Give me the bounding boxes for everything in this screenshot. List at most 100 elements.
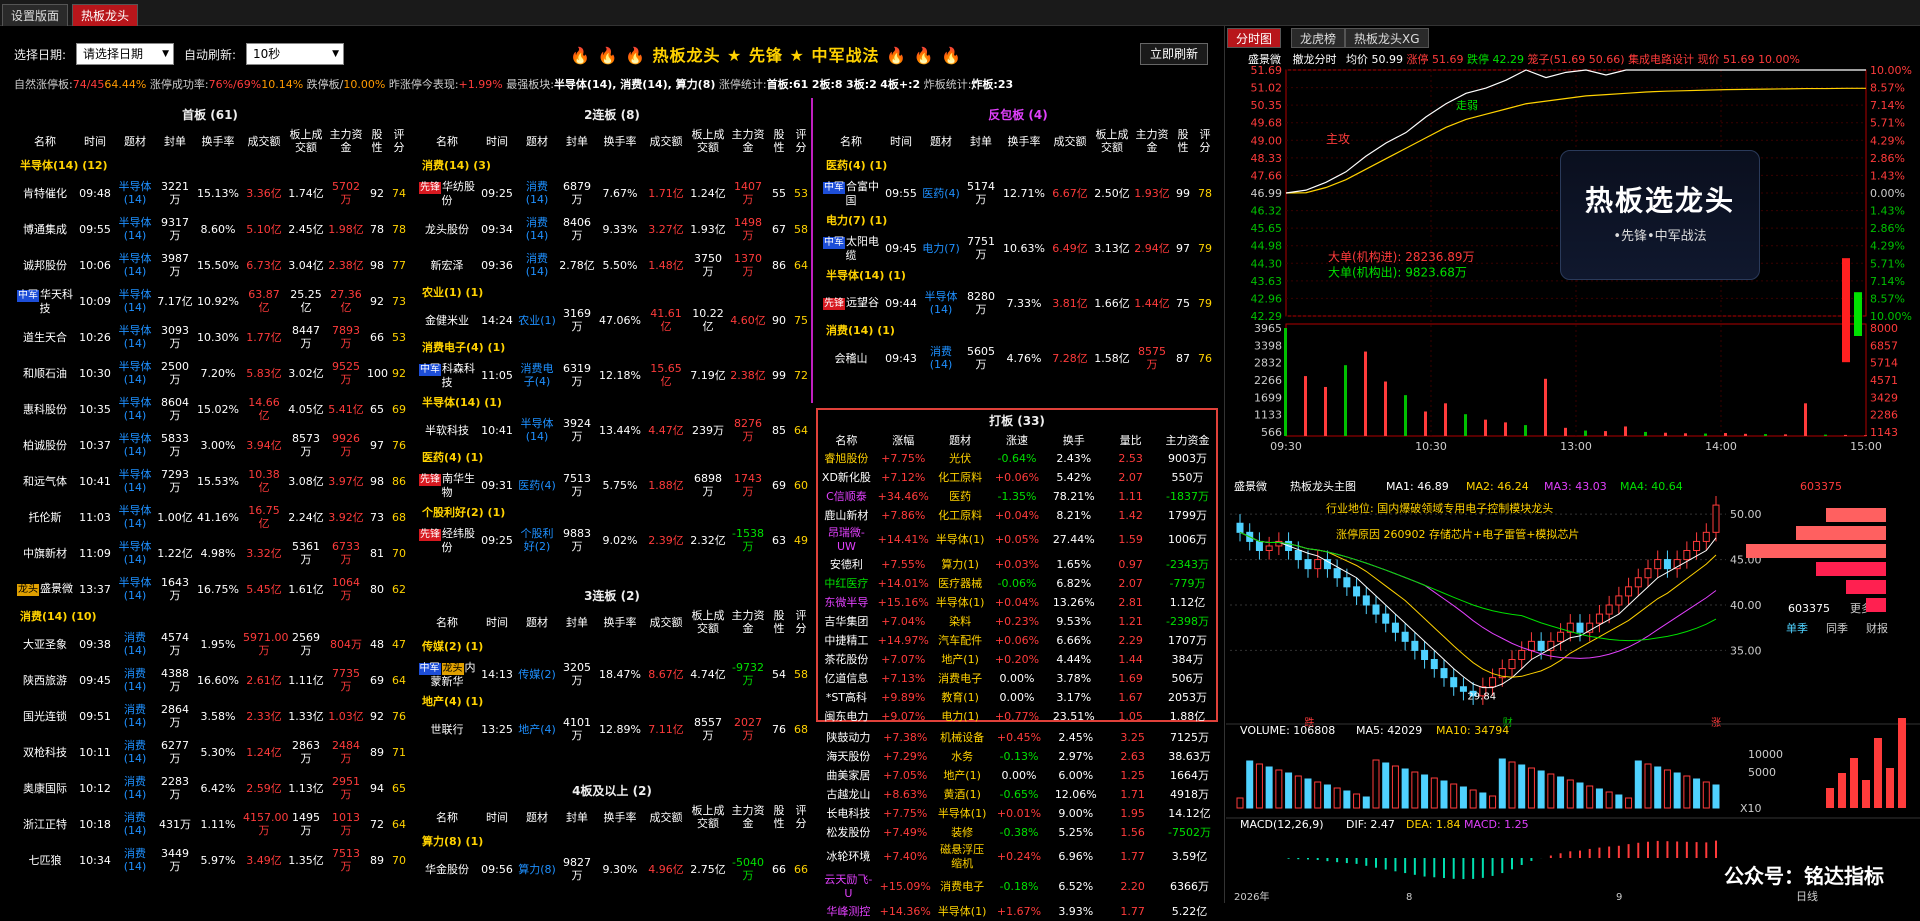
column-header[interactable]: 股性	[768, 802, 790, 832]
table-row[interactable]: 昂瑞微-UW +14.41% 半导体(1) +0.05% 27.44% 1.59 1006万	[818, 525, 1216, 555]
table-row[interactable]: 中军 太阳电缆 09:45 电力(7) 7751万 10.63% 6.49亿 3.13亿 2.9…	[820, 230, 1216, 266]
column-header[interactable]: 股性	[366, 126, 388, 156]
auto-refresh-select[interactable]: 10秒 ▼	[246, 43, 344, 65]
column-header[interactable]: 成交额	[1048, 126, 1092, 156]
column-header[interactable]: 评分	[790, 126, 808, 156]
column-header[interactable]: 主力资金	[1132, 126, 1172, 156]
group-header[interactable]: 医药(4) (1)	[416, 448, 808, 467]
table-row[interactable]: 冰轮环境 +7.40% 磁悬浮压缩机 +0.24% 6.96% 1.77 3.59亿	[820, 842, 1218, 872]
column-header[interactable]: 涨速	[989, 432, 1046, 449]
group-header[interactable]: 个股利好(2) (1)	[416, 503, 808, 522]
group-header[interactable]: 医药(4) (1)	[820, 156, 1216, 175]
group-header[interactable]: 半导体(14) (1)	[416, 393, 808, 412]
table-row[interactable]: 和顺石油 10:30 半导体(14) 2500万 7.20% 5.83亿 3.02亿 9525…	[14, 355, 406, 391]
column-header[interactable]: 评分	[1194, 126, 1216, 156]
table-row[interactable]: 诚邦股份 10:06 半导体(14) 3987万 15.50% 6.73亿 3.04亿 2.3…	[14, 247, 406, 283]
column-header[interactable]: 题材	[516, 802, 558, 832]
group-header[interactable]: 传媒(2) (1)	[416, 637, 808, 656]
column-header[interactable]: 主力资金	[1159, 432, 1216, 449]
table-row[interactable]: 古越龙山 +8.63% 黄酒(1) -0.65% 12.06% 1.71 4918万	[820, 785, 1218, 804]
column-header[interactable]: 时间	[478, 607, 516, 637]
table-row[interactable]: 双枪科技 10:11 消费(14) 6277万 5.30% 1.24亿 2863万 2484万…	[14, 734, 406, 770]
column-header[interactable]: 封单	[558, 126, 596, 156]
column-header[interactable]: 板上成交额	[688, 607, 728, 637]
table-row[interactable]: 中旗新材 11:09 半导体(14) 1.22亿 4.98% 3.32亿 5361万 6733…	[14, 535, 406, 571]
table-row[interactable]: 惠科股份 10:35 半导体(14) 8604万 15.02% 14.66亿 4.05亿 5.…	[14, 391, 406, 427]
table-row[interactable]: 海天股份 +7.29% 水务 -0.13% 2.97% 2.63 38.63万	[820, 747, 1218, 766]
column-header[interactable]: 封单	[156, 126, 194, 156]
column-header[interactable]: 换手率	[596, 802, 644, 832]
column-header[interactable]: 名称	[416, 607, 478, 637]
column-header[interactable]: 题材	[932, 432, 989, 449]
table-row[interactable]: 中军 科森科技 11:05 消费电子(4) 6319万 12.18% 15.65亿 7.19亿…	[416, 357, 808, 393]
table-row[interactable]: 中军 华天科技 10:09 半导体(14) 7.17亿 10.92% 63.87亿 25.25…	[14, 283, 406, 319]
column-header[interactable]: 主力资金	[728, 607, 768, 637]
column-header[interactable]: 成交额	[644, 126, 688, 156]
table-row[interactable]: 和远气体 10:41 半导体(14) 7293万 15.53% 10.38亿 3.08亿 3.…	[14, 463, 406, 499]
table-row[interactable]: 茶花股份 +7.07% 地产(1) +0.20% 4.44% 1.44 384万	[818, 650, 1216, 669]
column-header[interactable]: 换手率	[596, 126, 644, 156]
column-header[interactable]: 股性	[1172, 126, 1194, 156]
table-row[interactable]: C信顺泰 +34.46% 医药 -1.35% 78.21% 1.11 -1837万	[818, 487, 1216, 506]
column-header[interactable]: 名称	[416, 802, 478, 832]
table-row[interactable]: 华峰测控 +14.36% 半导体(1) +1.67% 3.93% 1.77 5.22亿	[820, 902, 1218, 921]
group-header[interactable]: 半导体(14) (12)	[14, 156, 406, 175]
group-header[interactable]: 半导体(14) (1)	[820, 266, 1216, 285]
table-row[interactable]: 先锋 经纬股份 09:25 个股利好(2) 9883万 9.02% 2.39亿 2.32亿 -1…	[416, 522, 808, 558]
group-header[interactable]: 消费(14) (3)	[416, 156, 808, 175]
column-header[interactable]: 封单	[558, 607, 596, 637]
table-row[interactable]: 华金股份 09:56 算力(8) 9827万 9.30% 4.96亿 2.75亿 -5040万…	[416, 851, 808, 887]
table-row[interactable]: 安德利 +7.55% 算力(1) +0.03% 1.65% 0.97 -2343万	[818, 555, 1216, 574]
column-header[interactable]: 题材	[516, 607, 558, 637]
column-header[interactable]: 换手率	[194, 126, 242, 156]
column-header[interactable]: 成交额	[242, 126, 286, 156]
column-header[interactable]: 评分	[790, 607, 808, 637]
table-row[interactable]: 陕西旅游 09:45 消费(14) 4388万 16.60% 2.61亿 1.11亿 7735…	[14, 662, 406, 698]
column-header[interactable]: 换手率	[596, 607, 644, 637]
table-row[interactable]: 鹿山新材 +7.86% 化工原料 +0.04% 8.21% 1.42 1799万	[818, 506, 1216, 525]
group-header[interactable]: 消费(14) (10)	[14, 607, 406, 626]
group-header[interactable]: 地产(4) (1)	[416, 692, 808, 711]
column-header[interactable]: 封单	[558, 802, 596, 832]
column-header[interactable]: 主力资金	[728, 802, 768, 832]
table-row[interactable]: 松发股份 +7.49% 装修 -0.38% 5.25% 1.56 -7502万	[820, 823, 1218, 842]
column-header[interactable]: 评分	[388, 126, 406, 156]
column-header[interactable]: 板上成交额	[1092, 126, 1132, 156]
group-header[interactable]: 农业(1) (1)	[416, 283, 808, 302]
column-header[interactable]: 名称	[14, 126, 76, 156]
table-row[interactable]: 托伦斯 11:03 半导体(14) 1.00亿 41.16% 16.75亿 2.24亿 3.9…	[14, 499, 407, 535]
tab-dragon-tiger[interactable]: 龙虎榜	[1291, 28, 1346, 48]
table-row[interactable]: 吉华集团 +7.04% 染料 +0.23% 9.53% 1.21 -2398万	[818, 612, 1216, 631]
column-header[interactable]: 量比	[1102, 432, 1159, 449]
table-row[interactable]: 浙江正特 10:18 消费(14) 431万 1.11% 4157.00万 1495万 101…	[14, 806, 406, 842]
column-header[interactable]: 股性	[768, 126, 790, 156]
column-header[interactable]: 时间	[76, 126, 114, 156]
column-header[interactable]: 板上成交额	[688, 802, 728, 832]
table-row[interactable]: 闽东电力 +9.07% 电力(1) +0.77% 23.51% 1.05 1.88亿	[818, 707, 1216, 726]
table-row[interactable]: 曲美家居 +7.05% 地产(1) 0.00% 6.00% 1.25 1664万	[820, 766, 1218, 785]
column-header[interactable]: 时间	[478, 802, 516, 832]
column-header[interactable]: 名称	[818, 432, 875, 449]
group-header[interactable]: 算力(8) (1)	[416, 832, 808, 851]
column-header[interactable]: 时间	[478, 126, 516, 156]
column-header[interactable]: 名称	[416, 126, 478, 156]
column-header[interactable]: 股性	[768, 607, 790, 637]
column-header[interactable]: 题材	[516, 126, 558, 156]
column-header[interactable]: 时间	[882, 126, 920, 156]
column-header[interactable]: 涨幅	[875, 432, 932, 449]
table-row[interactable]: 长电科技 +7.75% 半导体(1) +0.01% 9.00% 1.95 14.12亿	[820, 804, 1218, 823]
table-row[interactable]: 龙头 盛景微 13:37 半导体(14) 1643万 16.75% 5.45亿 1.61亿 10…	[14, 571, 406, 607]
kline-chart[interactable]: 盛景微 热板龙头主图 MA1: 46.89 MA2: 46.24 MA3: 43.03 M…	[1226, 478, 1920, 903]
table-row[interactable]: 先锋 华纺股份 09:25 消费(14) 6879万 7.67% 1.71亿 1.24亿 140…	[416, 175, 808, 211]
table-row[interactable]: *ST高科 +9.89% 教育(1) 0.00% 3.17% 1.67 2053万	[818, 688, 1216, 707]
column-header[interactable]: 主力资金	[728, 126, 768, 156]
table-row[interactable]: 先锋 远望谷 09:44 半导体(14) 8280万 7.33% 3.81亿 1.66亿 1.4…	[820, 285, 1216, 321]
column-header[interactable]: 成交额	[644, 802, 688, 832]
column-header[interactable]: 题材	[920, 126, 962, 156]
table-row[interactable]: 云天励飞-U +15.09% 消费电子 -0.18% 6.52% 2.20 6366万	[820, 872, 1218, 902]
refresh-button[interactable]: 立即刷新	[1140, 43, 1208, 65]
table-row[interactable]: 睿旭股份 +7.75% 光伏 -0.64% 2.43% 2.53 9003万	[818, 449, 1216, 468]
table-row[interactable]: 半软科技 10:41 半导体(14) 3924万 13.44% 4.47亿 239万 8276…	[416, 412, 808, 448]
table-row[interactable]: 世联行 13:25 地产(4) 4101万 12.89% 7.11亿 8557万 2027万 7…	[416, 711, 809, 747]
table-row[interactable]: 龙头股份 09:34 消费(14) 8406万 9.33% 3.27亿 1.93亿 1498万…	[416, 211, 808, 247]
